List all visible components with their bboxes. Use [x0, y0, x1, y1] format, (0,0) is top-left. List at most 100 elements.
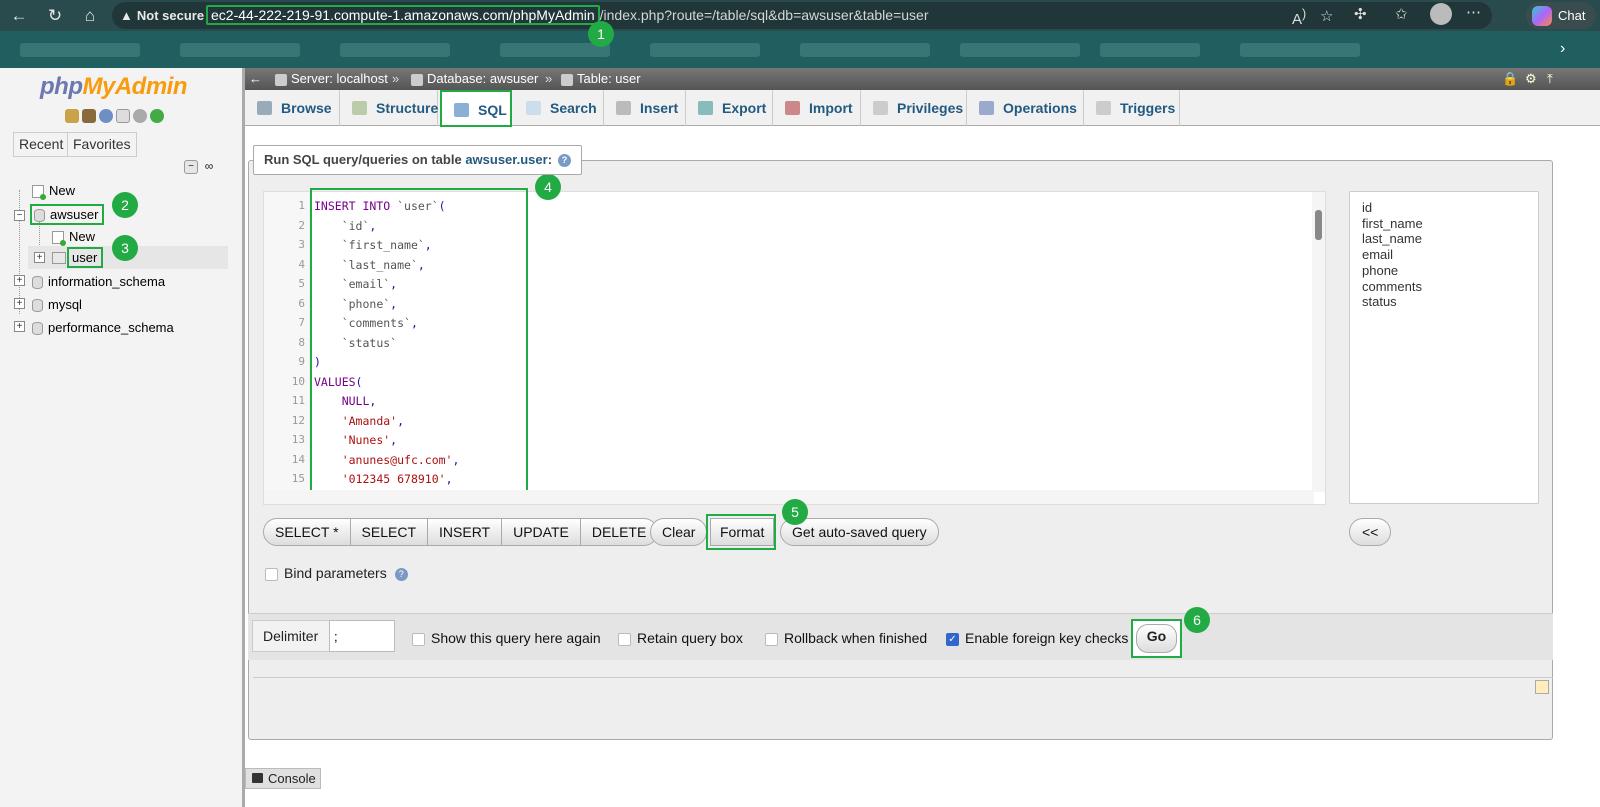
help-icon[interactable]: ?: [394, 567, 408, 581]
editor-vertical-scrollbar[interactable]: [1312, 192, 1325, 492]
tree-table-user[interactable]: user: [67, 247, 104, 268]
breadcrumb-table[interactable]: Table: user: [561, 68, 641, 90]
chat-button[interactable]: Chat: [1526, 2, 1596, 29]
tree-db-information-schema[interactable]: information_schema: [32, 274, 165, 290]
line-number: 14: [291, 452, 305, 466]
tab-search[interactable]: Search: [514, 90, 604, 126]
column-option[interactable]: comments: [1350, 279, 1538, 295]
favorite-item[interactable]: [20, 43, 140, 57]
docs-icon[interactable]: [116, 109, 130, 123]
column-option[interactable]: phone: [1350, 263, 1538, 279]
tree-db-performance-schema[interactable]: performance_schema: [32, 320, 174, 336]
help-icon[interactable]: ?: [558, 154, 572, 168]
chevron-right-icon[interactable]: ›: [1560, 40, 1565, 58]
bind-parameters-checkbox[interactable]: [265, 567, 278, 581]
address-bar[interactable]: ▲ Not secure ec2-44-222-219-91.compute-1.…: [112, 2, 1492, 29]
favorite-item[interactable]: [1240, 43, 1360, 57]
breadcrumb-server[interactable]: Server: localhost: [275, 68, 388, 90]
read-aloud-icon[interactable]: A): [1292, 7, 1306, 28]
tab-import[interactable]: Import: [773, 90, 861, 126]
column-option[interactable]: email: [1350, 247, 1538, 263]
favorite-item[interactable]: [180, 43, 300, 57]
lock-icon[interactable]: 🔒: [1502, 68, 1518, 90]
extensions-icon[interactable]: ✣: [1354, 5, 1367, 23]
link-icon[interactable]: ∞: [202, 160, 216, 174]
logout-icon[interactable]: [82, 109, 96, 123]
database-icon: [34, 209, 45, 223]
sql-query-legend: Run SQL query/queries on table awsuser.u…: [253, 145, 583, 175]
show-query-option[interactable]: Show this query here again: [412, 630, 601, 646]
favorite-star-icon[interactable]: ☆: [1320, 7, 1333, 25]
column-option[interactable]: id: [1350, 200, 1538, 216]
collapse-top-icon[interactable]: ⤒: [1547, 68, 1553, 90]
home-icon[interactable]: [65, 109, 79, 123]
expand-icon[interactable]: +: [14, 275, 25, 286]
select-star-button[interactable]: SELECT *: [263, 518, 351, 546]
tab-structure[interactable]: Structure: [340, 90, 438, 126]
more-menu-icon[interactable]: ⋯: [1466, 3, 1481, 21]
column-option[interactable]: first_name: [1350, 216, 1538, 232]
favorite-item[interactable]: [1100, 43, 1200, 57]
update-button[interactable]: UPDATE: [502, 518, 581, 546]
tab-privileges[interactable]: Privileges: [861, 90, 967, 126]
favorite-item[interactable]: [650, 43, 760, 57]
scrollbar-thumb[interactable]: [1315, 210, 1322, 240]
rollback-option[interactable]: Rollback when finished: [765, 630, 927, 646]
go-button[interactable]: Go: [1136, 624, 1177, 653]
tab-operations[interactable]: Operations: [967, 90, 1084, 126]
notepad-icon[interactable]: [1535, 680, 1549, 694]
table-link[interactable]: awsuser.user: [465, 152, 547, 167]
foreign-key-checks-checkbox[interactable]: ✓: [946, 632, 959, 646]
get-autosaved-query-button[interactable]: Get auto-saved query: [780, 518, 939, 546]
back-arrow-icon[interactable]: ←: [249, 68, 262, 90]
tree-db-mysql[interactable]: mysql: [32, 297, 82, 313]
bind-parameters-option[interactable]: Bind parameters?: [265, 565, 408, 581]
tab-insert[interactable]: Insert: [604, 90, 686, 126]
rollback-checkbox[interactable]: [765, 632, 778, 646]
expand-icon[interactable]: +: [14, 298, 25, 309]
column-option[interactable]: last_name: [1350, 231, 1538, 247]
expand-icon[interactable]: +: [34, 252, 45, 263]
favorites-tab[interactable]: Favorites: [67, 132, 137, 157]
insert-button[interactable]: INSERT: [428, 518, 503, 546]
tree-db-awsuser[interactable]: awsuser: [30, 204, 105, 226]
sql-editor[interactable]: 1 2 3 4 5 6 7 8 9 10 11 12 13 14 15 INSE…: [263, 188, 1326, 505]
tab-export[interactable]: Export: [686, 90, 773, 126]
settings-icon[interactable]: [133, 109, 147, 123]
not-secure-indicator[interactable]: ▲ Not secure: [120, 8, 204, 23]
delete-button[interactable]: DELETE: [580, 518, 659, 546]
profile-icon[interactable]: [1430, 3, 1452, 25]
tree-new-database[interactable]: New: [32, 183, 75, 201]
favorite-item[interactable]: [800, 43, 930, 57]
column-option[interactable]: status: [1350, 294, 1538, 310]
favorite-item[interactable]: [960, 43, 1080, 57]
tree-awsuser-new-table[interactable]: New: [52, 229, 95, 247]
show-query-checkbox[interactable]: [412, 632, 425, 646]
tab-sql[interactable]: SQL: [440, 90, 512, 127]
retain-query-box-option[interactable]: Retain query box: [618, 630, 743, 646]
retain-query-box-checkbox[interactable]: [618, 632, 631, 646]
foreign-key-checks-option[interactable]: ✓ Enable foreign key checks: [946, 630, 1128, 646]
phpmyadmin-logo[interactable]: phpMyAdmin: [40, 73, 187, 101]
help-icon[interactable]: [99, 109, 113, 123]
collapse-columns-button[interactable]: <<: [1349, 518, 1392, 546]
delimiter-input[interactable]: [329, 620, 395, 652]
tab-browse[interactable]: Browse: [245, 90, 340, 126]
tab-triggers[interactable]: Triggers: [1084, 90, 1180, 126]
reload-icon[interactable]: [150, 109, 164, 123]
console-toggle[interactable]: Console: [245, 768, 321, 789]
favorites-icon[interactable]: ✩: [1395, 5, 1408, 23]
collapse-icon[interactable]: −: [14, 210, 25, 221]
collapse-all-icon[interactable]: −: [184, 160, 198, 174]
refresh-icon[interactable]: ↻: [44, 5, 66, 27]
gear-icon[interactable]: ⚙: [1525, 68, 1537, 90]
breadcrumb-database[interactable]: Database: awsuser: [411, 68, 538, 90]
recent-tab[interactable]: Recent: [13, 132, 70, 157]
favorite-item[interactable]: [340, 43, 450, 57]
expand-icon[interactable]: +: [14, 321, 25, 332]
back-arrow-icon[interactable]: ←: [8, 5, 30, 27]
select-button[interactable]: SELECT: [350, 518, 429, 546]
format-button[interactable]: Format: [710, 518, 775, 546]
home-icon[interactable]: ⌂: [79, 5, 101, 27]
clear-button[interactable]: Clear: [650, 518, 708, 546]
